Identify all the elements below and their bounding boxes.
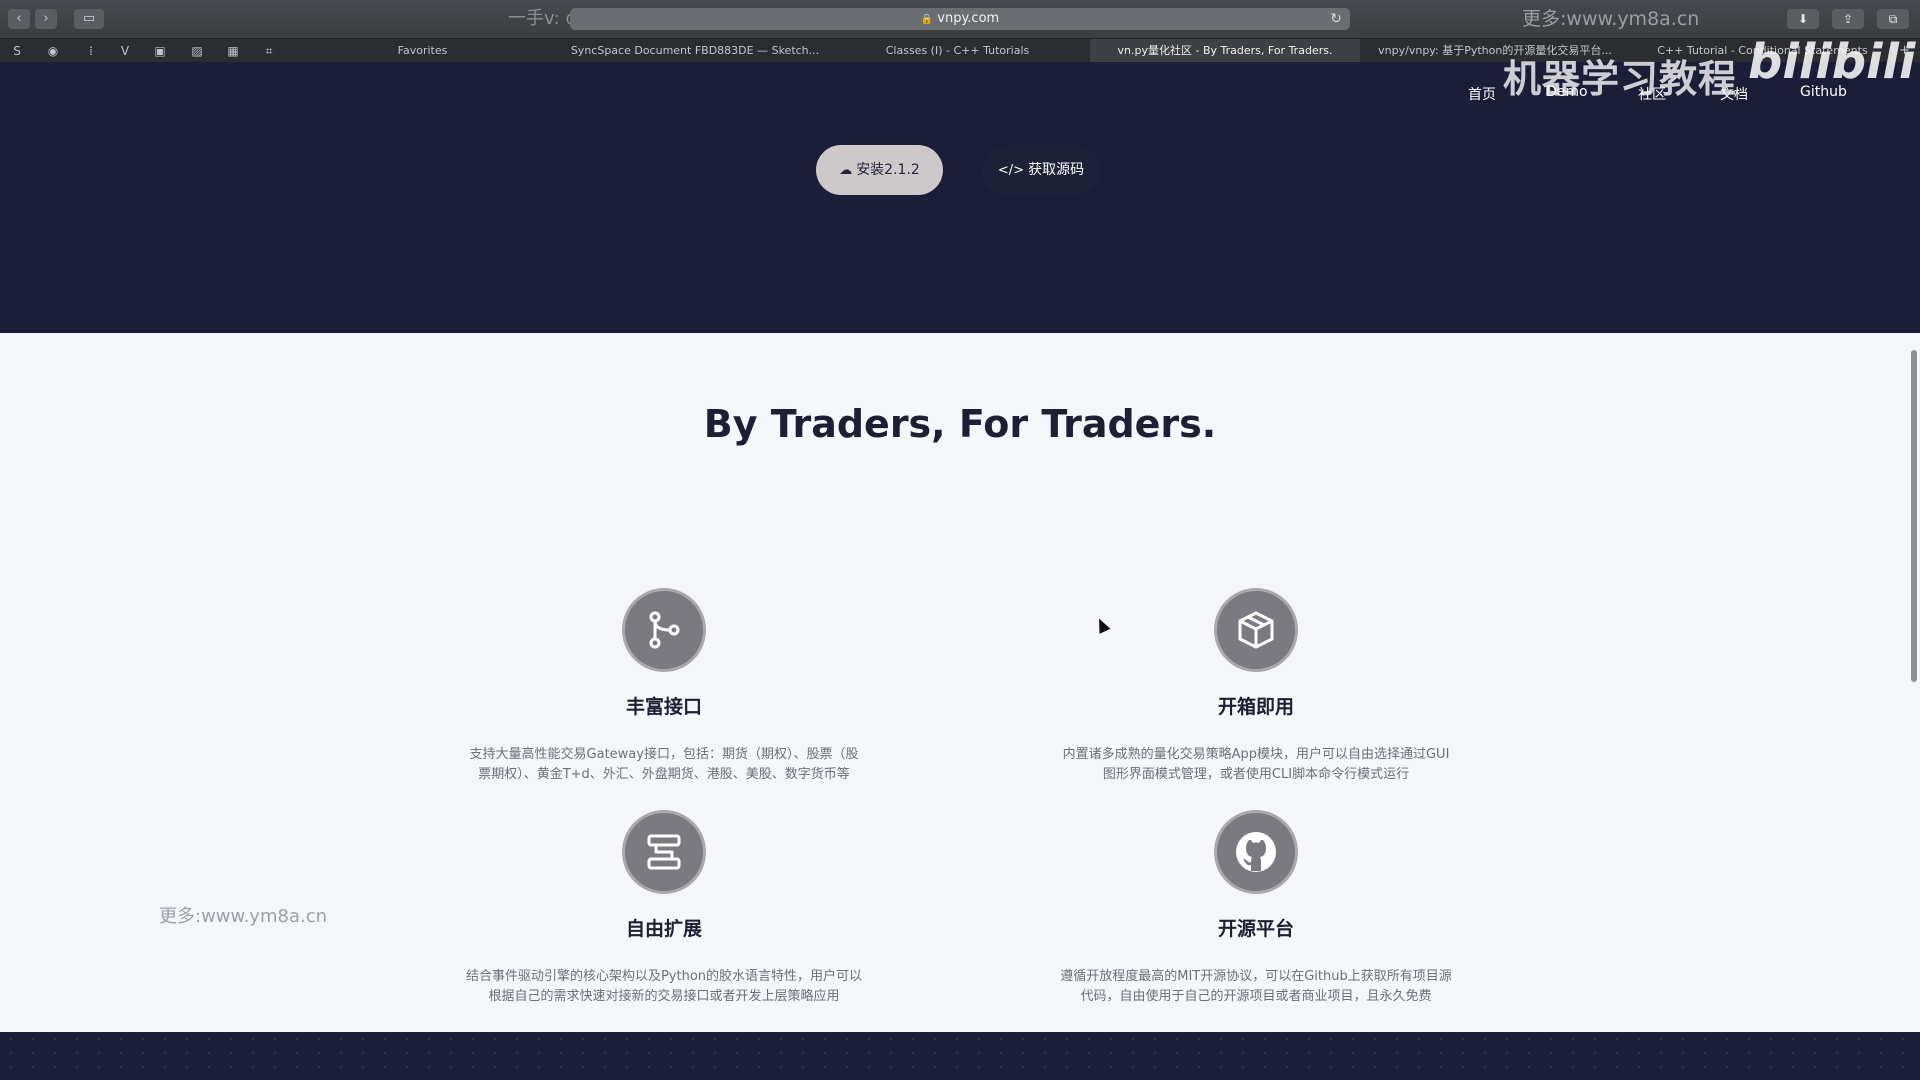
install-button[interactable]: ☁ 安装2.1.2 bbox=[816, 145, 943, 195]
feature-desc-line: 代码，自由使用于自己的开源项目或者商业项目，且永久免费 bbox=[1080, 989, 1432, 1004]
bookmark-s-icon[interactable]: S bbox=[10, 44, 24, 58]
scrollbar-thumb[interactable] bbox=[1911, 350, 1917, 682]
watermark-channel-text: 机器学习教程 bbox=[1503, 57, 1738, 101]
get-source-button[interactable]: </> 获取源码 bbox=[982, 145, 1100, 195]
address-bar[interactable]: 🔒 vnpy.com ↻ bbox=[570, 8, 1350, 30]
lock-icon: 🔒 bbox=[920, 14, 934, 25]
feature-desc-line: 图形界面模式管理，或者使用CLI脚本命令行模式运行 bbox=[1102, 767, 1410, 782]
install-label: 安装2.1.2 bbox=[856, 162, 920, 178]
watermark-bottom-left: 更多:www.ym8a.cn bbox=[159, 906, 327, 927]
tab-vnpy-community[interactable]: vn.py量化社区 - By Traders, For Traders. bbox=[1090, 39, 1360, 63]
feature-desc-line: 遵循开放程度最高的MIT开源协议，可以在Github上获取所有项目源 bbox=[1060, 969, 1452, 984]
download-icon: ⬇ bbox=[1797, 12, 1809, 26]
tab-favorites[interactable]: Favorites bbox=[290, 39, 555, 63]
bookmark-capture-icon[interactable]: ⌗ bbox=[262, 44, 276, 58]
feature-icon-circle bbox=[1214, 810, 1298, 894]
watermark-top-right: 更多:www.ym8a.cn bbox=[1522, 8, 1700, 30]
nav-docs[interactable]: 文档 bbox=[1720, 84, 1748, 104]
code-icon: </> bbox=[997, 163, 1025, 178]
feature-open-source: 开源平台 遵循开放程度最高的MIT开源协议，可以在Github上获取所有项目源 … bbox=[1026, 810, 1486, 1007]
bookmark-v-icon[interactable]: V bbox=[118, 44, 132, 58]
nav-home[interactable]: 首页 bbox=[1468, 84, 1496, 104]
chevron-right-icon: › bbox=[43, 11, 49, 26]
feature-description: 内置诸多成熟的量化交易策略App模块，用户可以自由选择通过GUI 图形界面模式管… bbox=[1041, 745, 1471, 785]
nav-github[interactable]: Github bbox=[1800, 84, 1847, 100]
bilibili-logo: bilibili bbox=[1748, 34, 1916, 90]
bookmark-doc-icon[interactable]: ▣ bbox=[153, 44, 167, 58]
feature-rich-interfaces: 丰富接口 支持大量高性能交易Gateway接口，包括：期货（期权）、股票（股 票… bbox=[434, 588, 894, 785]
nav-community[interactable]: 社区 bbox=[1638, 84, 1666, 104]
layers-icon bbox=[647, 834, 681, 870]
chevron-left-icon: ‹ bbox=[16, 11, 22, 26]
feature-icon-circle bbox=[622, 588, 706, 672]
feature-title: 丰富接口 bbox=[625, 696, 702, 718]
feature-desc-line: 内置诸多成熟的量化交易策略App模块，用户可以自由选择通过GUI bbox=[1062, 747, 1450, 762]
box-icon bbox=[1238, 611, 1274, 649]
tab-syncspace[interactable]: SyncSpace Document FBD883DE — Sketch... bbox=[555, 39, 835, 63]
tab-cpp-classes[interactable]: Classes (I) - C++ Tutorials bbox=[835, 39, 1080, 63]
tabs-icon: ⧉ bbox=[1888, 12, 1898, 26]
source-label: 获取源码 bbox=[1028, 162, 1085, 178]
downloads-button[interactable]: ⬇ bbox=[1787, 9, 1819, 29]
feature-icon-circle bbox=[622, 810, 706, 894]
share-button[interactable]: ⇪ bbox=[1832, 9, 1864, 29]
feature-title: 开箱即用 bbox=[1217, 696, 1294, 718]
feature-extensible: 自由扩展 结合事件驱动引擎的核心架构以及Python的胶水语言特性，用户可以 根… bbox=[434, 810, 894, 1007]
footer-pattern-band bbox=[0, 1032, 1920, 1080]
bookmark-image-icon[interactable]: ▨ bbox=[190, 44, 204, 58]
git-branch-icon bbox=[649, 611, 680, 649]
feature-desc-line: 票期权）、黄金T+d、外汇、外盘期货、港股、美股、数字货币等 bbox=[478, 767, 850, 782]
sidebar-icon: ▭ bbox=[82, 11, 96, 26]
cloud-download-icon: ☁ bbox=[839, 163, 853, 178]
nav-demo[interactable]: Demo bbox=[1546, 84, 1588, 100]
bookmark-grid-icon[interactable]: ▦ bbox=[226, 44, 240, 58]
back-button[interactable]: ‹ bbox=[8, 9, 30, 29]
feature-desc-line: 结合事件驱动引擎的核心架构以及Python的胶水语言特性，用户可以 bbox=[465, 969, 863, 984]
feature-description: 支持大量高性能交易Gateway接口，包括：期货（期权）、股票（股 票期权）、黄… bbox=[449, 745, 879, 785]
feature-desc-line: 支持大量高性能交易Gateway接口，包括：期货（期权）、股票（股 bbox=[469, 747, 859, 762]
tab-overview-button[interactable]: ⧉ bbox=[1877, 9, 1909, 29]
feature-icon-circle bbox=[1214, 588, 1298, 672]
sidebar-toggle-button[interactable]: ▭ bbox=[74, 9, 104, 29]
reload-icon[interactable]: ↻ bbox=[1330, 8, 1342, 30]
feature-desc-line: 根据自己的需求快速对接新的交易接口或者开发上层策略应用 bbox=[488, 989, 840, 1004]
url-text: vnpy.com bbox=[937, 11, 1000, 26]
feature-description: 遵循开放程度最高的MIT开源协议，可以在Github上获取所有项目源 代码，自由… bbox=[1041, 967, 1471, 1007]
bookmark-bars-icon[interactable]: ⁞ bbox=[84, 44, 98, 58]
page-headline: By Traders, For Traders. bbox=[703, 402, 1217, 446]
feature-out-of-box: 开箱即用 内置诸多成熟的量化交易策略App模块，用户可以自由选择通过GUI 图形… bbox=[1026, 588, 1486, 785]
feature-title: 开源平台 bbox=[1217, 918, 1294, 940]
feature-title: 自由扩展 bbox=[625, 918, 702, 940]
feature-description: 结合事件驱动引擎的核心架构以及Python的胶水语言特性，用户可以 根据自己的需… bbox=[449, 967, 879, 1007]
github-icon bbox=[1236, 832, 1276, 872]
share-icon: ⇪ bbox=[1842, 12, 1854, 26]
browser-titlebar: ‹ › ▭ 一手v: qianren03 🔒vnpy.com ↻ 更多:www.… bbox=[0, 0, 1920, 38]
forward-button[interactable]: › bbox=[35, 9, 57, 29]
bookmark-globe-icon[interactable]: ◉ bbox=[46, 44, 60, 58]
